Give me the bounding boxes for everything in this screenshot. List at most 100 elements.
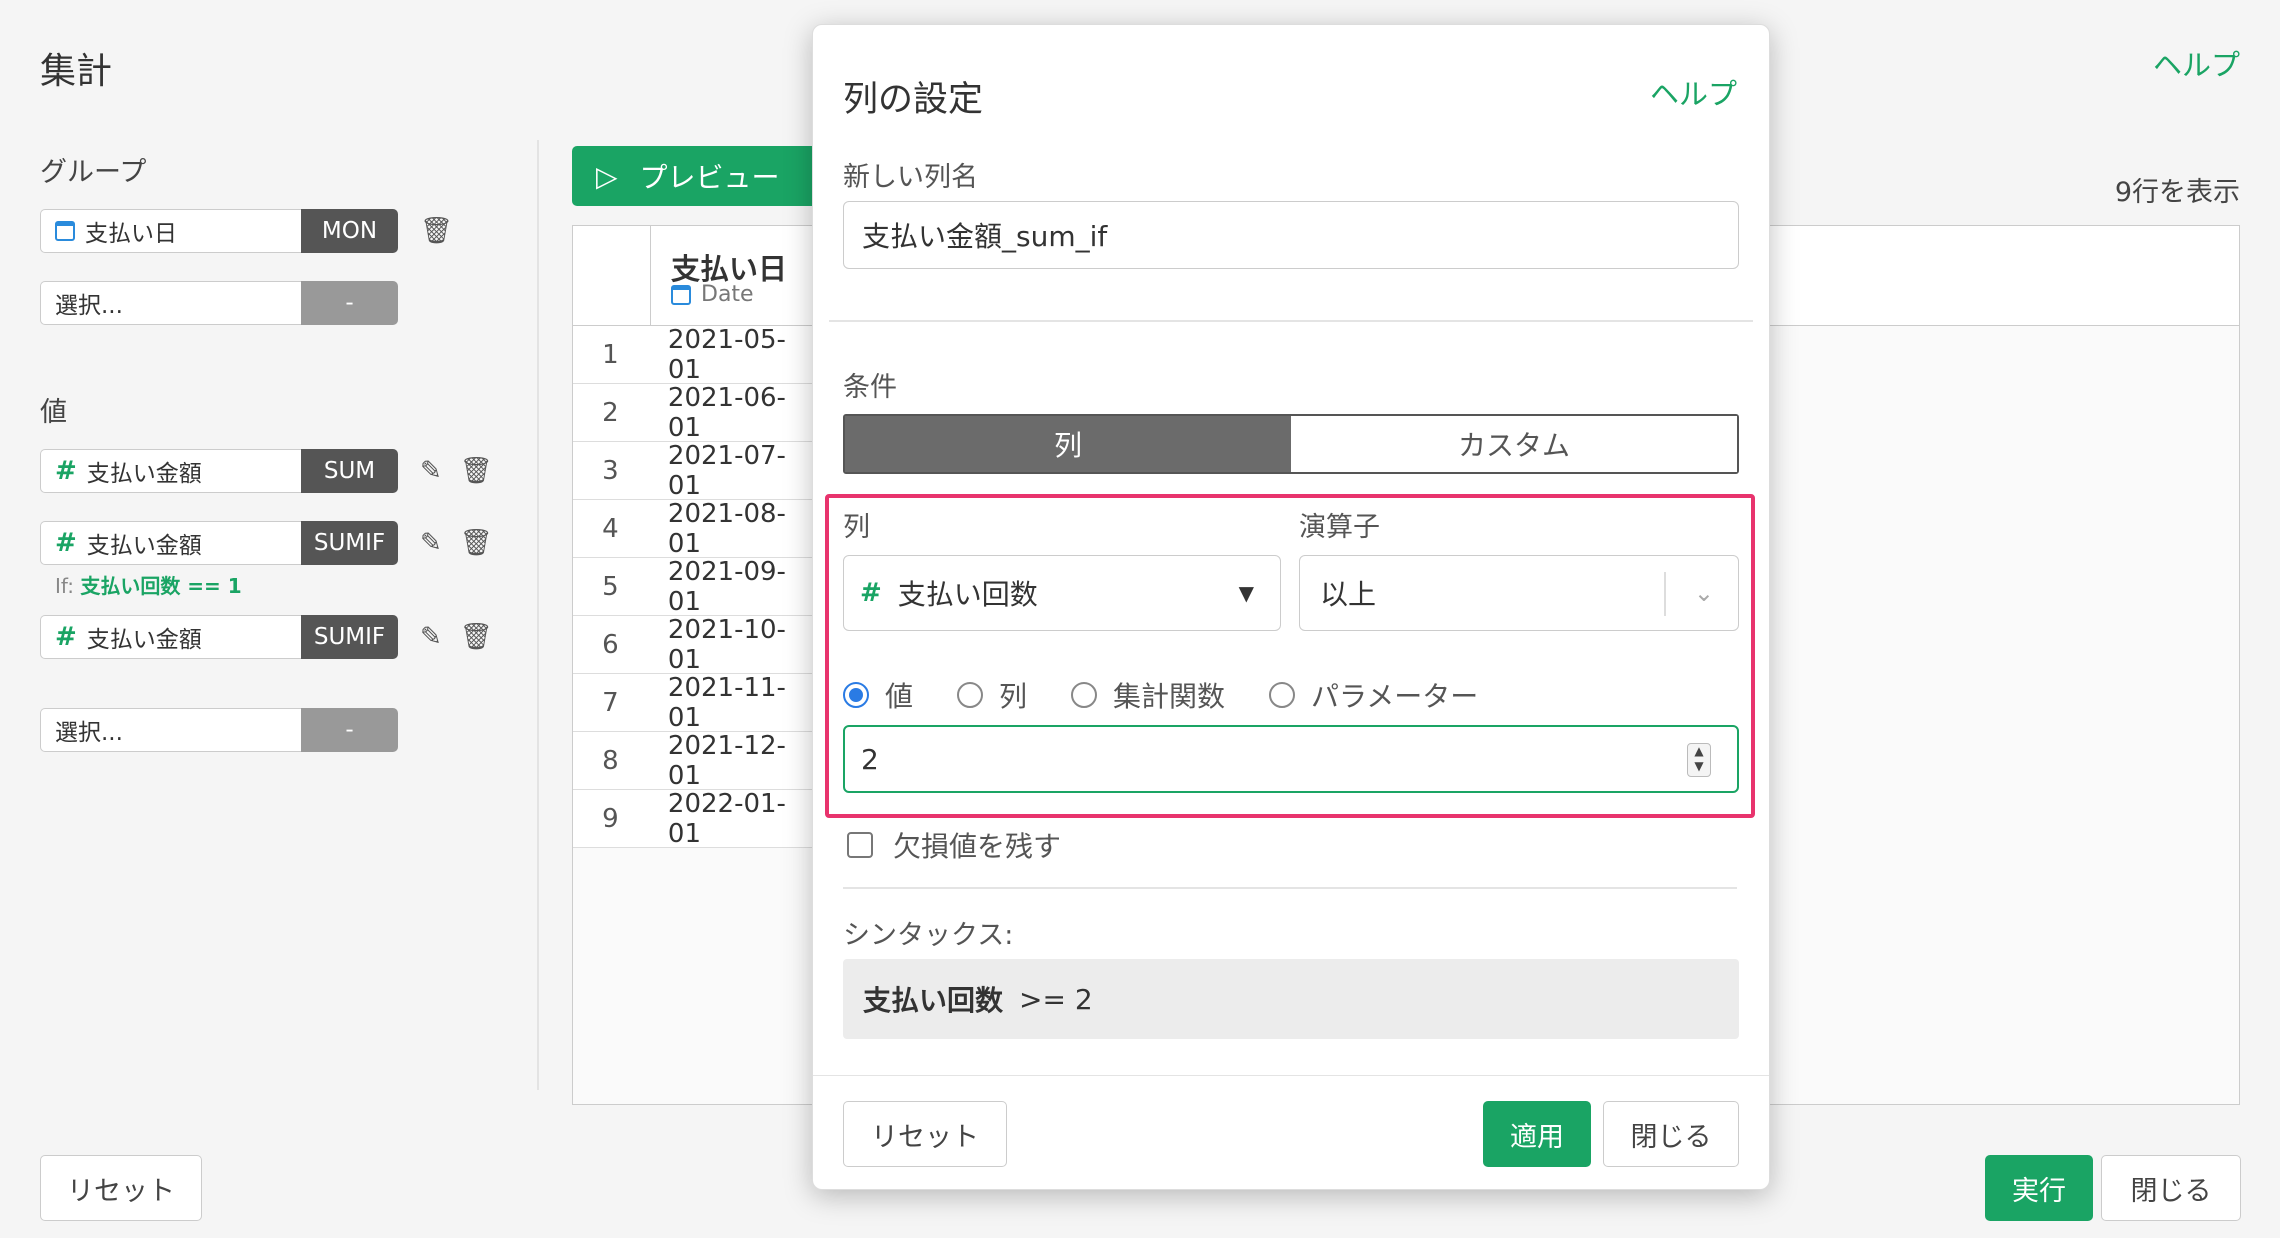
date-cell: 2021-09-01 [667,556,786,617]
syntax-column: 支払い回数 [863,984,1004,1017]
dialog-help-link[interactable]: ヘルプ [1650,71,1737,113]
group-field-select[interactable]: 選択... [40,281,301,325]
chevron-down-icon: ⌄ [1693,579,1714,607]
values-section-label: 値 [40,397,67,428]
column-header-type: Date [671,282,754,307]
table-row: 8 2021-12-01 [573,730,813,791]
row-number: 7 [602,687,619,718]
date-cell: 2021-06-01 [667,382,786,443]
dialog-close-button[interactable]: 閉じる [1603,1101,1739,1167]
date-cell: 2021-12-01 [667,730,786,791]
edit-icon[interactable]: ✎ [420,622,442,652]
table-row: 5 2021-09-01 [573,556,813,617]
column-settings-dialog: 列の設定 ヘルプ 新しい列名 支払い金額_sum_if 条件 列 カスタム 列 … [812,24,1770,1190]
table-row: 3 2021-07-01 [573,441,813,501]
preview-button[interactable]: ▷ プレビュー [572,146,812,206]
trash-icon[interactable]: 🗑 [460,456,493,486]
number-spinner[interactable]: ▲ ▼ [1687,743,1711,777]
dialog-reset-button[interactable]: リセット [843,1101,1007,1167]
select-separator [1664,572,1666,616]
keep-na-option[interactable]: 欠損値を残す [847,825,1061,865]
tab-custom[interactable]: カスタム [1291,416,1737,472]
value-function-button[interactable]: SUMIF [301,521,398,565]
trash-icon[interactable]: 🗑 [460,528,493,558]
date-cell: 2022-01-01 [667,788,786,849]
group-function-button-empty[interactable]: - [301,281,398,325]
radio-label: 列 [999,680,1028,713]
syntax-expression: >= 2 [1019,982,1093,1016]
date-cell: 2021-10-01 [667,614,786,675]
value-type-radio-group: 値 列 集計関数 パラメーター [843,675,1522,715]
tab-column[interactable]: 列 [845,416,1291,472]
value-field-selector[interactable]: # 支払い金額 [40,449,301,493]
group-section-label: グループ [40,157,147,188]
table-row: 6 2021-10-01 [573,614,813,675]
keep-na-label: 欠損値を残す [893,830,1062,863]
trash-icon[interactable]: 🗑 [460,622,493,652]
group-field-row-empty: 選択... - [40,281,398,325]
radio-label: 集計関数 [1113,680,1226,713]
number-type-icon: # [860,578,882,608]
column-label: 列 [843,512,870,543]
keep-na-checkbox[interactable] [847,832,873,858]
row-number: 2 [602,397,619,428]
radio-label: パラメーター [1311,680,1479,713]
new-column-name-input[interactable]: 支払い金額_sum_if [843,201,1739,269]
trash-icon[interactable]: 🗑 [420,216,453,246]
value-field-row: # 支払い金額 SUMIF ✎ 🗑 [40,521,493,565]
preview-label: プレビュー [639,161,780,194]
reset-button[interactable]: リセット [40,1155,202,1221]
apply-button[interactable]: 適用 [1483,1101,1591,1167]
number-type-icon: # [55,456,77,486]
edit-icon[interactable]: ✎ [420,528,442,558]
group-function-button[interactable]: MON [301,209,398,253]
column-type-label: Date [701,282,754,307]
number-type-icon: # [55,528,77,558]
calendar-icon [671,284,691,305]
new-column-label: 新しい列名 [843,162,978,193]
value-field-row: # 支払い金額 SUM ✎ 🗑 [40,449,493,493]
operator-select[interactable]: 以上 ⌄ [1299,555,1739,631]
table-row: 9 2022-01-01 [573,788,813,849]
radio-label: 値 [885,680,914,713]
radio-dot [1071,682,1098,708]
radio-column[interactable]: 列 [957,675,1027,715]
date-cell: 2021-05-01 [667,324,786,385]
value-number-text: 2 [861,742,879,776]
row-number: 3 [602,455,619,486]
dialog-title: 列の設定 [843,80,984,120]
row-number: 8 [602,745,619,776]
if-condition: 支払い回数 == 1 [80,574,242,598]
value-field-selector[interactable]: # 支払い金額 [40,521,301,565]
column-select-value: 支払い回数 [897,578,1038,611]
value-field-name: 支払い金額 [86,533,202,559]
value-field-selector[interactable]: # 支払い金額 [40,615,301,659]
help-link[interactable]: ヘルプ [2153,42,2240,84]
value-function-button[interactable]: SUM [301,449,398,493]
value-number-input[interactable]: 2 ▲ ▼ [843,725,1739,793]
group-field-row: 支払い日 MON 🗑 [40,209,453,253]
value-field-name: 支払い金額 [86,461,202,487]
row-number: 6 [602,629,619,660]
radio-parameter[interactable]: パラメーター [1269,675,1478,715]
radio-aggregate[interactable]: 集計関数 [1071,675,1225,715]
edit-icon[interactable]: ✎ [420,456,442,486]
value-field-select[interactable]: 選択... [40,708,301,752]
group-field-selector[interactable]: 支払い日 [40,209,301,253]
value-function-button[interactable]: SUMIF [301,615,398,659]
page-title: 集計 [40,51,113,92]
row-number: 1 [602,339,619,370]
close-button[interactable]: 閉じる [2101,1155,2241,1221]
radio-dot [1269,682,1296,708]
value-field-name: 支払い金額 [86,627,202,653]
condition-mode-toggle: 列 カスタム [843,414,1739,474]
column-select[interactable]: # 支払い回数 ▼ [843,555,1281,631]
run-button[interactable]: 実行 [1985,1155,2093,1221]
operator-select-value: 以上 [1320,578,1377,611]
radio-value[interactable]: 値 [843,675,913,715]
value-function-button-empty[interactable]: - [301,708,398,752]
radio-dot [957,682,984,708]
number-type-icon: # [55,622,77,652]
play-icon: ▷ [596,159,618,193]
row-number: 4 [602,513,619,544]
